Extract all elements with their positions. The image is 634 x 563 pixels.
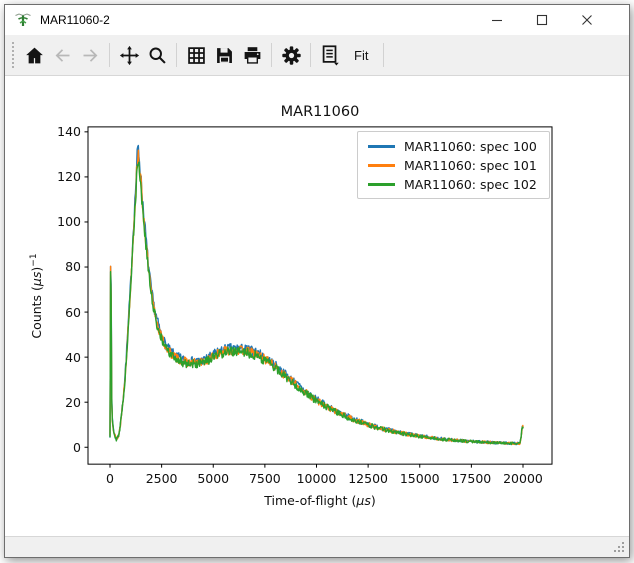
zoom-icon [147, 45, 168, 66]
toolbar-separator [383, 43, 384, 67]
series-line-2 [110, 162, 523, 444]
toolbar-drag-handle[interactable] [11, 42, 15, 68]
save-button[interactable] [210, 41, 238, 69]
fit-button[interactable]: Fit [344, 41, 378, 69]
window-title: MAR11060-2 [40, 13, 110, 27]
legend-line-swatch [368, 183, 395, 186]
home-icon [24, 45, 45, 66]
generate-script-icon [319, 44, 341, 66]
pan-button[interactable] [115, 41, 143, 69]
forward-button[interactable] [76, 41, 104, 69]
grip-dot [618, 550, 620, 552]
home-button[interactable] [20, 41, 48, 69]
maximize-button[interactable] [519, 5, 564, 35]
toolbar-separator [271, 43, 272, 67]
title-bar[interactable]: MAR11060-2 [5, 5, 629, 35]
app-window: MAR11060-2 [4, 4, 630, 558]
mantid-logo-icon [14, 11, 32, 29]
print-icon [242, 45, 263, 66]
grip-dot [618, 546, 620, 548]
back-icon [52, 45, 73, 66]
back-button[interactable] [48, 41, 76, 69]
grid-icon [186, 45, 207, 66]
legend-label: MAR11060: spec 102 [404, 177, 537, 192]
customize-button[interactable] [277, 41, 305, 69]
legend-entry: MAR11060: spec 100 [358, 137, 549, 156]
plot-toolbar: Fit [5, 35, 629, 76]
legend-label: MAR11060: spec 101 [404, 158, 537, 173]
grip-dot [614, 550, 616, 552]
minimize-icon [491, 14, 503, 26]
save-icon [214, 45, 235, 66]
status-bar [5, 536, 629, 557]
minimize-button[interactable] [474, 5, 519, 35]
legend-line-swatch [368, 164, 395, 167]
maximize-icon [536, 14, 548, 26]
legend: MAR11060: spec 100 MAR11060: spec 101 MAR1… [357, 131, 550, 199]
toolbar-separator [176, 43, 177, 67]
legend-line-swatch [368, 145, 395, 148]
toolbar-separator [109, 43, 110, 67]
figure-canvas[interactable]: MAR11060 Time-of-flight (μs) Counts (μs)… [5, 76, 629, 536]
legend-label: MAR11060: spec 100 [404, 139, 537, 154]
print-button[interactable] [238, 41, 266, 69]
customize-icon [281, 45, 302, 66]
zoom-button[interactable] [143, 41, 171, 69]
grip-dot [622, 550, 624, 552]
resize-grip-icon[interactable] [614, 542, 626, 554]
grip-dot [622, 546, 624, 548]
pan-icon [119, 45, 140, 66]
legend-entry: MAR11060: spec 102 [358, 175, 549, 194]
toolbar-separator [310, 43, 311, 67]
close-button[interactable] [564, 5, 609, 35]
grid-button[interactable] [182, 41, 210, 69]
generate-script-button[interactable] [316, 41, 344, 69]
forward-icon [80, 45, 101, 66]
legend-entry: MAR11060: spec 101 [358, 156, 549, 175]
close-icon [581, 14, 593, 26]
grip-dot [622, 542, 624, 544]
